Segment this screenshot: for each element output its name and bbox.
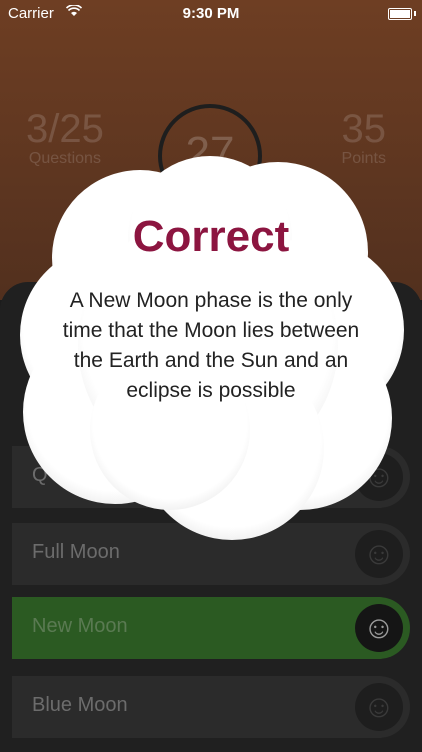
battery-tip [414, 11, 416, 16]
answer-option-full-moon[interactable]: Full Moon ☺ [12, 523, 410, 585]
battery-icon [388, 8, 412, 20]
status-bar: Carrier 9:30 PM [0, 0, 422, 30]
smiley-face-icon: ☺ [355, 530, 403, 578]
timer-value: 27 [185, 128, 235, 177]
smiley-face-icon: ☺ [355, 453, 403, 501]
answer-label: Q [32, 464, 48, 486]
feedback-title: Correct [132, 212, 290, 261]
answer-option[interactable]: Q ☺ [12, 446, 410, 508]
questions-counter: 3/25 Questions [26, 108, 104, 168]
smiley-face-icon: ☺ [355, 683, 403, 731]
points-label: Points [341, 150, 386, 167]
points-value: 35 [341, 107, 387, 151]
answer-option-blue-moon[interactable]: Blue Moon ☺ [12, 676, 410, 738]
answer-label: New Moon [32, 615, 128, 637]
smiley-face-icon: ☺ [355, 604, 403, 652]
feedback-message: A New Moon phase is the only time that t… [62, 289, 360, 402]
answer-label: Blue Moon [32, 694, 128, 716]
answer-label: Full Moon [32, 541, 120, 563]
answer-option-new-moon[interactable]: New Moon ☺ [12, 597, 410, 659]
questions-value: 3/25 [26, 107, 104, 151]
clock: 9:30 PM [182, 5, 240, 22]
points-counter: 35 Points [342, 108, 387, 168]
questions-label: Questions [28, 150, 101, 167]
